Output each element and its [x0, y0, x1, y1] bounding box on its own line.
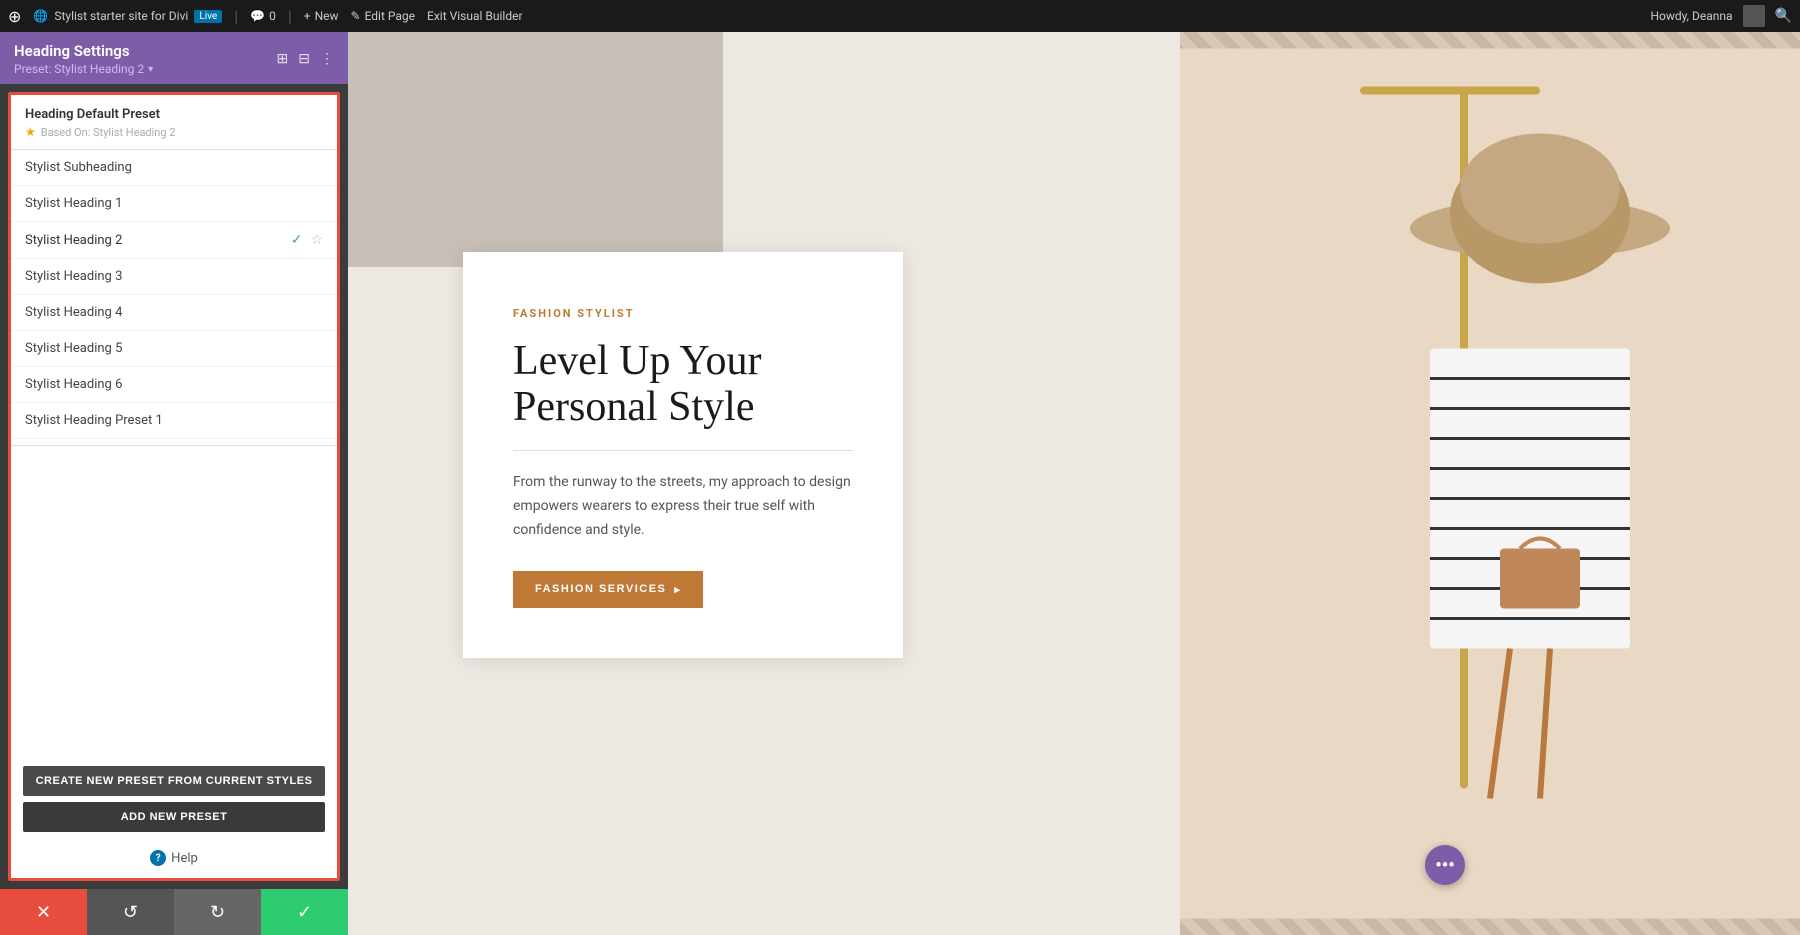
search-button[interactable]: 🔍: [1775, 8, 1792, 24]
preset-item-label: Stylist Heading 5: [25, 341, 122, 356]
star-outline-icon[interactable]: ☆: [310, 232, 323, 248]
card-divider: [513, 450, 853, 451]
columns-icon[interactable]: ⊟: [298, 51, 310, 67]
cancel-icon: ✕: [36, 902, 51, 923]
avatar[interactable]: [1743, 5, 1765, 27]
gray-section: [348, 32, 723, 267]
fashion-image-svg: [1180, 32, 1800, 935]
preset-label[interactable]: Preset: Stylist Heading 2 ▾: [14, 62, 153, 76]
site-link[interactable]: 🌐 Stylist starter site for Divi Live: [33, 9, 222, 23]
list-item[interactable]: Stylist Heading 6: [11, 367, 337, 403]
heading-settings-panel: Heading Settings Preset: Stylist Heading…: [0, 32, 348, 889]
site-name: Stylist starter site for Divi: [54, 9, 188, 23]
undo-icon: ↺: [123, 902, 138, 923]
add-preset-button[interactable]: ADD NEW PRESET: [23, 802, 325, 832]
floating-options-button[interactable]: •••: [1425, 845, 1465, 885]
card-overline: FASHION STYLIST: [513, 307, 853, 320]
exit-builder-button[interactable]: Exit Visual Builder: [427, 9, 523, 23]
list-item[interactable]: Stylist Heading 1: [11, 186, 337, 222]
list-item-active[interactable]: Stylist Heading 2 ✓ ☆: [11, 222, 337, 259]
help-row[interactable]: ? Help: [11, 840, 337, 878]
heading-line2: Personal Style: [513, 384, 754, 430]
photo-placeholder: [1180, 32, 1800, 935]
preset-item-icons: ✓ ☆: [291, 232, 323, 248]
undo-button[interactable]: ↺: [87, 889, 174, 935]
default-preset-name: Heading Default Preset: [25, 107, 323, 122]
preset-item-label: Stylist Heading 2: [25, 233, 122, 248]
preset-item-label: Stylist Subheading: [25, 160, 132, 175]
top-navigation-bar: ⊕ 🌐 Stylist starter site for Divi Live |…: [0, 0, 1800, 32]
new-button[interactable]: + New: [304, 9, 339, 23]
preview-area: FASHION STYLIST Level Up Your Personal S…: [348, 32, 1800, 935]
more-icon[interactable]: ⋮: [320, 51, 334, 67]
exit-label: Exit Visual Builder: [427, 9, 523, 23]
panel-header: Heading Settings Preset: Stylist Heading…: [0, 32, 348, 84]
pencil-icon: ✎: [351, 9, 361, 23]
live-badge: Live: [194, 10, 222, 23]
bottom-action-bar: ✕ ↺ ↻ ✓: [0, 889, 348, 935]
preset-dropdown: Heading Default Preset ★ Based On: Styli…: [8, 92, 340, 881]
preset-item-label: Stylist Heading 3: [25, 269, 122, 284]
howdy-text: Howdy, Deanna: [1650, 9, 1732, 23]
cancel-button[interactable]: ✕: [0, 889, 87, 935]
site-icon: 🌐: [33, 9, 48, 23]
cta-button[interactable]: FASHION SERVICES ▸: [513, 571, 703, 608]
edit-page-button[interactable]: ✎ Edit Page: [351, 9, 416, 23]
based-on-text: Based On: Stylist Heading 2: [41, 126, 176, 139]
divider: [11, 445, 337, 446]
create-preset-button[interactable]: CREATE NEW PRESET FROM CURRENT STYLES: [23, 766, 325, 796]
hero-card: FASHION STYLIST Level Up Your Personal S…: [463, 252, 903, 658]
help-label: Help: [171, 851, 198, 866]
preset-item-label: Stylist Heading Preset 1: [25, 413, 163, 428]
panel-title: Heading Settings: [14, 42, 153, 60]
edit-page-label: Edit Page: [365, 9, 415, 23]
dots-icon: •••: [1435, 855, 1454, 876]
preset-list: Stylist Subheading Stylist Heading 1 Sty…: [11, 150, 337, 756]
preset-item-label: Stylist Heading 1: [25, 196, 122, 211]
preset-item-label: Stylist Heading 4: [25, 305, 122, 320]
heading-line1: Level Up Your: [513, 338, 762, 384]
list-item[interactable]: Stylist Heading 3: [11, 259, 337, 295]
comments-count: 0: [269, 9, 276, 23]
website-preview: FASHION STYLIST Level Up Your Personal S…: [348, 32, 1800, 935]
star-gold-icon: ★: [25, 125, 36, 139]
new-label: New: [315, 9, 339, 23]
card-heading: Level Up Your Personal Style: [513, 338, 853, 430]
separator: |: [234, 7, 238, 26]
list-item[interactable]: Stylist Subheading: [11, 150, 337, 186]
preset-label-text: Preset: Stylist Heading 2: [14, 62, 144, 76]
list-item[interactable]: Stylist Heading Preset 1: [11, 403, 337, 439]
check-icon: ✓: [297, 902, 312, 923]
comments-button[interactable]: 💬 0: [250, 9, 276, 23]
arrow-icon: ▸: [674, 583, 681, 596]
panel-header-icons: ⊞ ⊟ ⋮: [277, 51, 334, 67]
preset-buttons: CREATE NEW PRESET FROM CURRENT STYLES AD…: [11, 756, 337, 840]
redo-button[interactable]: ↻: [174, 889, 261, 935]
grid-icon[interactable]: ⊞: [277, 51, 289, 67]
check-icon: ✓: [291, 232, 303, 248]
list-item[interactable]: Stylist Heading 5: [11, 331, 337, 367]
topbar-right: Howdy, Deanna 🔍: [1650, 5, 1792, 27]
comments-icon: 💬: [250, 9, 265, 23]
wordpress-icon[interactable]: ⊕: [8, 7, 21, 26]
based-on-row: ★ Based On: Stylist Heading 2: [25, 125, 323, 139]
card-body-text: From the runway to the streets, my appro…: [513, 471, 853, 542]
confirm-button[interactable]: ✓: [261, 889, 348, 935]
preset-item-label: Stylist Heading 6: [25, 377, 122, 392]
list-item[interactable]: Stylist Heading 4: [11, 295, 337, 331]
chevron-down-icon: ▾: [148, 64, 153, 75]
plus-icon: +: [304, 9, 311, 23]
default-preset-item[interactable]: Heading Default Preset ★ Based On: Styli…: [11, 95, 337, 150]
cta-label: FASHION SERVICES: [535, 583, 666, 595]
hero-photo: [1180, 32, 1800, 935]
separator2: |: [288, 7, 292, 26]
redo-icon: ↻: [210, 902, 225, 923]
help-icon: ?: [150, 850, 166, 866]
